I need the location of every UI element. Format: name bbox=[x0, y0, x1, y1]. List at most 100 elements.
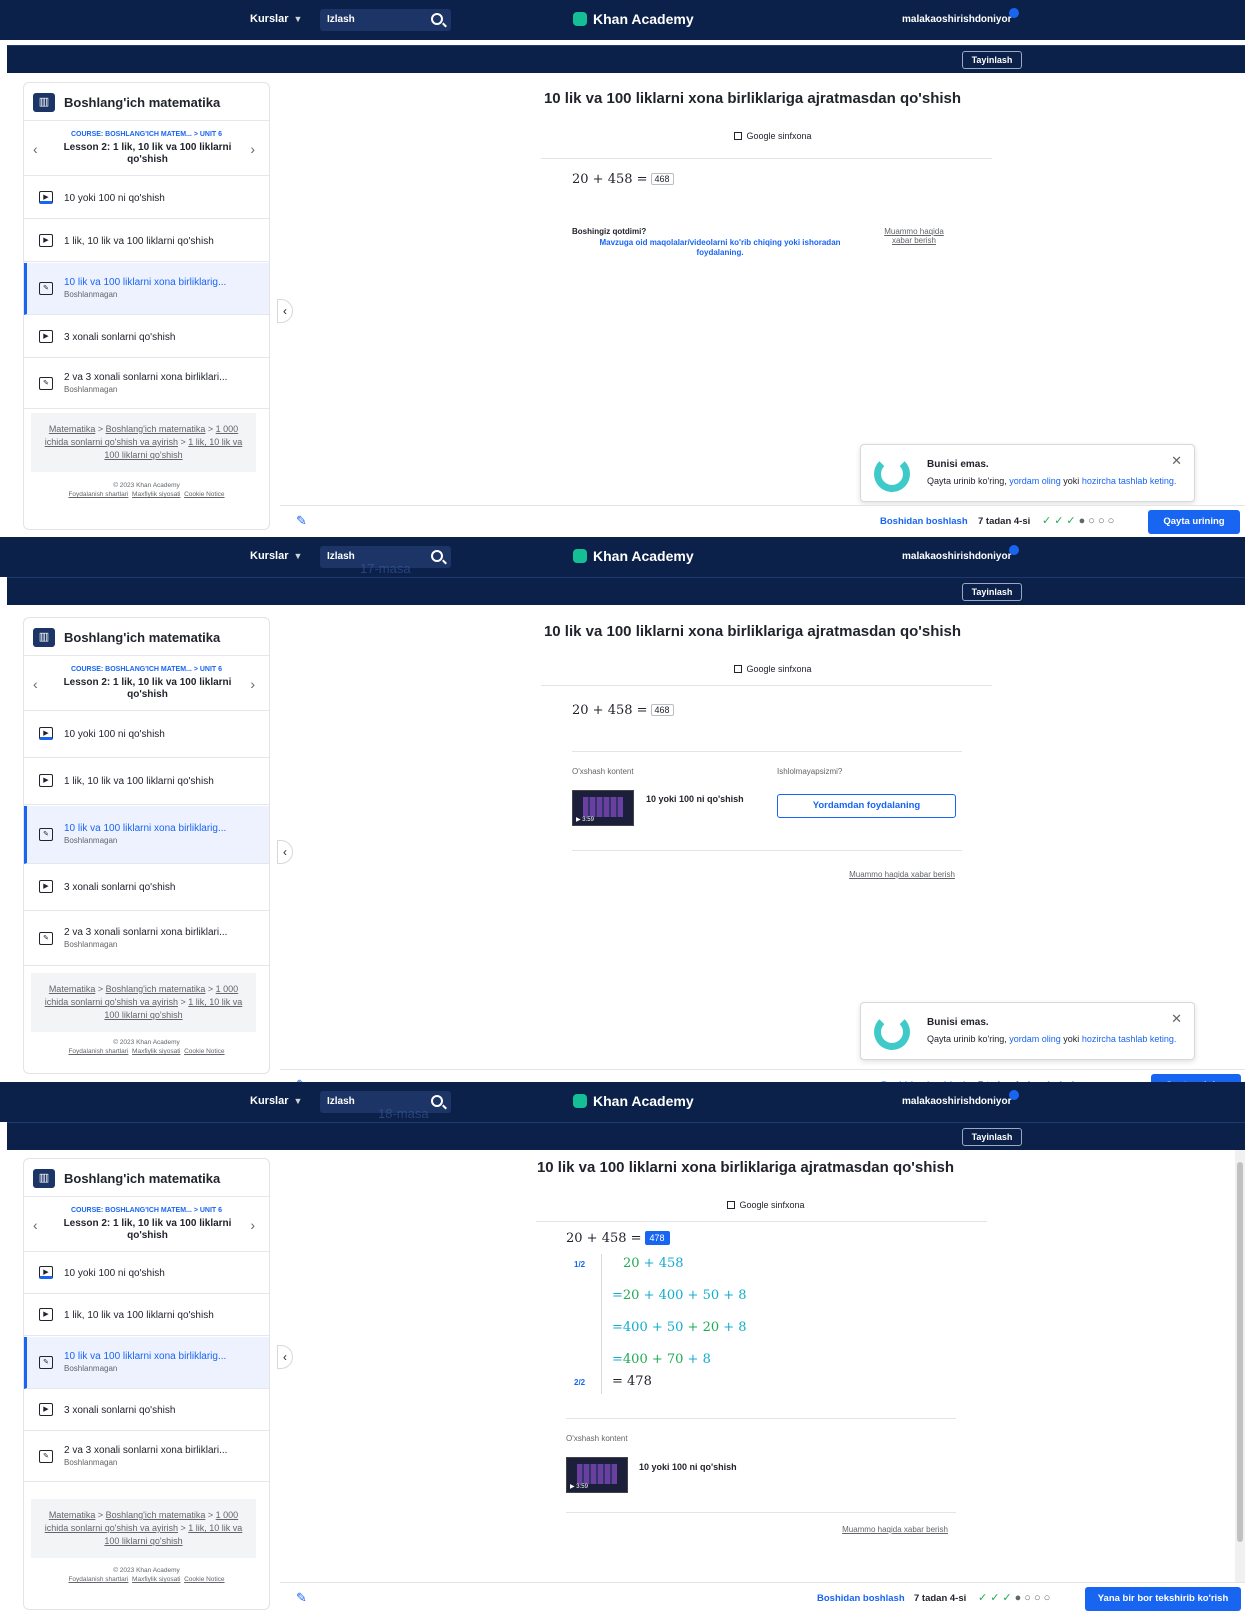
sidebar-header: ▥ Boshlang'ich matematika bbox=[24, 1159, 269, 1197]
scrollbar[interactable] bbox=[1235, 1150, 1245, 1590]
user-menu[interactable]: malakaoshirishdoniyor bbox=[902, 545, 1020, 562]
retry-button[interactable]: Qayta urining bbox=[1151, 1074, 1241, 1082]
sidebar-item-exercise-next[interactable]: ✎ 2 va 3 xonali sonlarni xona birliklari.… bbox=[24, 912, 269, 966]
sidebar-item-exercise-next[interactable]: ✎ 2 va 3 xonali sonlarni xona birliklari.… bbox=[24, 1432, 269, 1482]
answer-input[interactable]: 468 bbox=[650, 704, 674, 716]
check-again-button[interactable]: Yana bir bor tekshirib ko'rish bbox=[1085, 1587, 1241, 1611]
sidebar-item-video-3[interactable]: ▶ 3 xonali sonlarni qo'shish bbox=[24, 865, 269, 911]
khan-logo[interactable]: Khan Academy bbox=[573, 11, 694, 27]
assign-button[interactable]: Tayinlash bbox=[962, 51, 1022, 69]
next-lesson-icon[interactable]: › bbox=[250, 1217, 255, 1233]
sidebar-item-exercise-next[interactable]: ✎ 2 va 3 xonali sonlarni xona birliklari.… bbox=[24, 359, 269, 409]
search-input[interactable]: Izlash bbox=[320, 9, 451, 31]
course-link[interactable]: COURSE: BOSHLANG'ICH MATEM... > UNIT 6 bbox=[24, 131, 269, 138]
courses-menu[interactable]: Kurslar ▼ bbox=[250, 13, 302, 25]
retry-button[interactable]: Qayta urining bbox=[1148, 510, 1240, 534]
video-thumbnail[interactable]: ▶ 3:59 bbox=[572, 790, 634, 826]
skip-link[interactable]: hozircha tashlab keting. bbox=[1082, 1034, 1177, 1044]
sidebar-item-video-3[interactable]: ▶ 3 xonali sonlarni qo'shish bbox=[24, 316, 269, 358]
report-problem-link[interactable]: Muammo haqida xabar berish bbox=[840, 870, 964, 879]
google-classroom-button[interactable]: Google sinfxona bbox=[673, 664, 873, 674]
sidebar-item-exercise-current[interactable]: ✎ 10 lik va 100 liklarni xona birliklarig… bbox=[24, 1337, 269, 1389]
breadcrumb-link[interactable]: Matematika bbox=[49, 1510, 96, 1520]
equation: 20 + 458 = 478 bbox=[566, 1231, 670, 1246]
exercise-title: 10 lik va 100 liklarni xona birliklariga… bbox=[543, 623, 962, 640]
prev-lesson-icon[interactable]: ‹ bbox=[33, 676, 38, 692]
report-problem-link[interactable]: Muammo haqida xabar berish bbox=[878, 227, 950, 245]
khan-logo[interactable]: Khan Academy bbox=[573, 1093, 694, 1109]
breadcrumb-link[interactable]: Boshlang'ich matematika bbox=[106, 984, 206, 994]
collapse-sidebar-button[interactable]: ‹ bbox=[277, 1345, 293, 1369]
progress-count: 7 tadan 4-si bbox=[978, 516, 1031, 527]
scrollbar-thumb[interactable] bbox=[1237, 1162, 1243, 1542]
scratchpad-icon[interactable]: ✎ bbox=[296, 513, 307, 529]
get-help-link[interactable]: yordam oling bbox=[1009, 1034, 1061, 1044]
cookie-link[interactable]: Cookie Notice bbox=[184, 1576, 224, 1583]
assign-button[interactable]: Tayinlash bbox=[962, 583, 1022, 601]
sidebar-item-video-2[interactable]: ▶ 1 lik, 10 lik va 100 liklarni qo'shish bbox=[24, 220, 269, 262]
bottom-bar: ✎ Boshidan boshlash 7 tadan 4-si ✓✓✓●○○○… bbox=[280, 1582, 1245, 1612]
sidebar-item-video-1[interactable]: ▶ 10 yoki 100 ni qo'shish bbox=[24, 177, 269, 219]
course-link[interactable]: COURSE: BOSHLANG'ICH MATEM... > UNIT 6 bbox=[24, 666, 269, 673]
sidebar-item-video-3[interactable]: ▶ 3 xonali sonlarni qo'shish bbox=[24, 1390, 269, 1431]
video-icon: ▶ bbox=[39, 880, 53, 893]
user-menu[interactable]: malakaoshirishdoniyor bbox=[902, 1090, 1020, 1107]
next-lesson-icon[interactable]: › bbox=[250, 141, 255, 157]
close-icon[interactable]: ✕ bbox=[1171, 453, 1182, 469]
notification-dot bbox=[1009, 1090, 1020, 1100]
video-title-link[interactable]: 10 yoki 100 ni qo'shish bbox=[639, 1462, 737, 1472]
close-icon[interactable]: ✕ bbox=[1171, 1011, 1182, 1027]
scratchpad-icon[interactable]: ✎ bbox=[296, 1590, 307, 1606]
restart-button[interactable]: Boshidan boshlash bbox=[880, 516, 968, 527]
collapse-sidebar-button[interactable]: ‹ bbox=[277, 299, 293, 323]
sidebar-item-video-2[interactable]: ▶ 1 lik, 10 lik va 100 liklarni qo'shish bbox=[24, 1295, 269, 1336]
khan-logo[interactable]: Khan Academy bbox=[573, 548, 694, 564]
terms-link[interactable]: Foydalanish shartlari bbox=[68, 1576, 128, 1583]
course-link[interactable]: COURSE: BOSHLANG'ICH MATEM... > UNIT 6 bbox=[24, 1207, 269, 1214]
video-icon: ▶ bbox=[39, 234, 53, 247]
get-help-link[interactable]: yordam oling bbox=[1009, 476, 1061, 486]
lesson-nav: ‹ COURSE: BOSHLANG'ICH MATEM... > UNIT 6… bbox=[24, 122, 269, 176]
sub-bar: Tayinlash bbox=[7, 45, 1245, 73]
terms-link[interactable]: Foydalanish shartlari bbox=[68, 1048, 128, 1055]
google-classroom-button[interactable]: Google sinfxona bbox=[666, 1200, 866, 1210]
search-icon bbox=[431, 13, 443, 25]
prev-lesson-icon[interactable]: ‹ bbox=[33, 141, 38, 157]
sidebar-item-exercise-current[interactable]: ✎ 10 lik va 100 liklarni xona birliklarig… bbox=[24, 263, 269, 315]
toast-title: Bunisi emas. bbox=[927, 1017, 989, 1028]
breadcrumb-link[interactable]: Matematika bbox=[49, 424, 96, 434]
answer-input[interactable]: 468 bbox=[650, 173, 674, 185]
sidebar-item-video-1[interactable]: ▶ 10 yoki 100 ni qo'shish bbox=[24, 1253, 269, 1294]
use-help-button[interactable]: Yordamdan foydalaning bbox=[777, 794, 956, 818]
terms-link[interactable]: Foydalanish shartlari bbox=[68, 491, 128, 498]
sidebar-item-exercise-current[interactable]: ✎ 10 lik va 100 liklarni xona birliklarig… bbox=[24, 806, 269, 864]
sub-bar: Tayinlash bbox=[7, 1122, 1245, 1150]
prev-lesson-icon[interactable]: ‹ bbox=[33, 1217, 38, 1233]
breadcrumb-link[interactable]: Boshlang'ich matematika bbox=[106, 1510, 206, 1520]
sidebar-item-video-1[interactable]: ▶ 10 yoki 100 ni qo'shish bbox=[24, 712, 269, 758]
skip-link[interactable]: hozircha tashlab keting. bbox=[1082, 476, 1177, 486]
privacy-link[interactable]: Maxfiylik siyosati bbox=[132, 491, 180, 498]
user-menu[interactable]: malakaoshirishdoniyor bbox=[902, 8, 1020, 25]
cookie-link[interactable]: Cookie Notice bbox=[184, 491, 224, 498]
restart-button[interactable]: Boshidan boshlash bbox=[817, 1593, 905, 1604]
assign-button[interactable]: Tayinlash bbox=[962, 1128, 1022, 1146]
privacy-link[interactable]: Maxfiylik siyosati bbox=[132, 1576, 180, 1583]
sidebar-item-video-2[interactable]: ▶ 1 lik, 10 lik va 100 liklarni qo'shish bbox=[24, 759, 269, 805]
video-icon: ▶ bbox=[39, 1266, 53, 1279]
breadcrumb-link[interactable]: Matematika bbox=[49, 984, 96, 994]
cookie-link[interactable]: Cookie Notice bbox=[184, 1048, 224, 1055]
privacy-link[interactable]: Maxfiylik siyosati bbox=[132, 1048, 180, 1055]
video-thumbnail[interactable]: ▶ 3:59 bbox=[566, 1457, 628, 1493]
next-lesson-icon[interactable]: › bbox=[250, 676, 255, 692]
google-classroom-button[interactable]: Google sinfxona bbox=[673, 131, 873, 141]
breadcrumb-link[interactable]: Boshlang'ich matematika bbox=[106, 424, 206, 434]
video-icon: ▶ bbox=[39, 1308, 53, 1321]
video-title-link[interactable]: 10 yoki 100 ni qo'shish bbox=[646, 794, 744, 804]
answer-input[interactable]: 478 bbox=[644, 1231, 670, 1245]
collapse-sidebar-button[interactable]: ‹ bbox=[277, 840, 293, 864]
stuck-help-link[interactable]: Mavzuga oid maqolalar/videolarni ko'rib … bbox=[585, 238, 855, 258]
courses-menu[interactable]: Kurslar ▼ bbox=[250, 550, 302, 562]
report-problem-link[interactable]: Muammo haqida xabar berish bbox=[833, 1525, 957, 1534]
courses-menu[interactable]: Kurslar ▼ bbox=[250, 1095, 302, 1107]
